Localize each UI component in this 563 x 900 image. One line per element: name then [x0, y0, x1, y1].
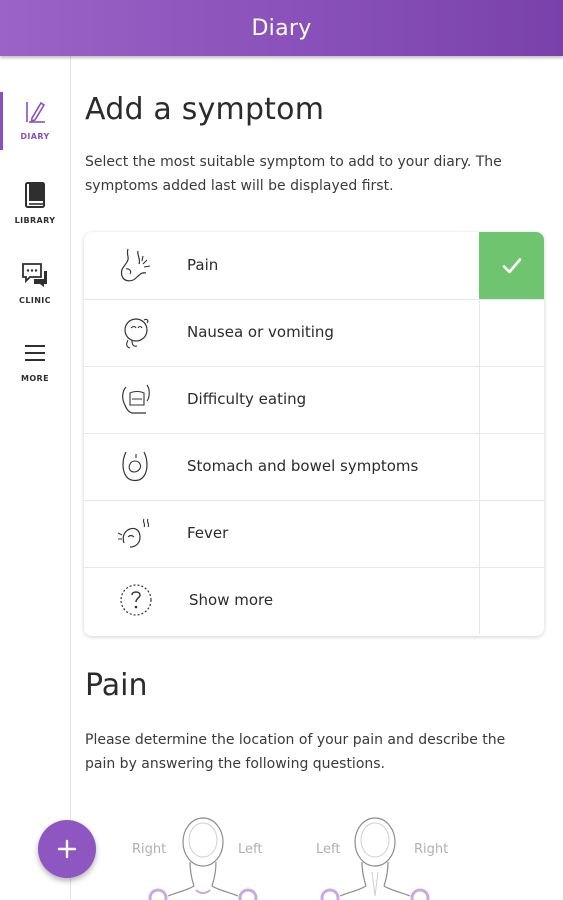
body-front-figure[interactable] [148, 810, 258, 900]
symptom-checkbox[interactable] [479, 567, 544, 634]
sidebar-item-clinic[interactable]: CLINIC [0, 258, 70, 322]
question-icon [120, 584, 152, 616]
symptom-list: Pain Nausea or vomiting Difficulty eatin… [84, 232, 544, 636]
sidebar-item-diary[interactable]: DIARY [0, 94, 70, 158]
symptom-checkbox[interactable] [479, 299, 544, 366]
stomach-icon [122, 451, 148, 482]
add-button[interactable] [38, 820, 96, 878]
sidebar-item-label: DIARY [20, 132, 50, 141]
app-header: Diary [0, 0, 563, 56]
symptom-row-fever[interactable]: Fever [84, 500, 544, 568]
symptom-checkbox[interactable] [479, 232, 544, 299]
sidebar-item-label: LIBRARY [14, 216, 56, 225]
sidebar-nav: DIARY LIBRARY CLINIC MORE [0, 56, 71, 900]
symptom-row-stomach[interactable]: Stomach and bowel symptoms [84, 433, 544, 501]
symptom-label: Stomach and bowel symptoms [187, 457, 419, 475]
symptom-row-show-more[interactable]: Show more [84, 567, 544, 634]
body-back-figure[interactable] [320, 810, 430, 900]
symptom-label: Difficulty eating [187, 390, 307, 408]
symptom-row-eating[interactable]: Difficulty eating [84, 366, 544, 434]
plus-icon [57, 839, 77, 859]
pain-section-description: Please determine the location of your pa… [85, 732, 506, 772]
symptom-label: Pain [187, 256, 219, 274]
symptom-checkbox[interactable] [479, 433, 544, 500]
book-icon [25, 182, 45, 208]
check-icon [502, 257, 521, 273]
chat-icon [22, 263, 47, 287]
section-description: Select the most suitable symptom to add … [85, 154, 502, 194]
pencil-icon [26, 101, 46, 123]
eating-icon [122, 384, 150, 414]
sidebar-item-label: MORE [21, 374, 49, 383]
sidebar-item-library[interactable]: LIBRARY [0, 178, 70, 242]
nausea-icon [124, 318, 149, 349]
symptom-label: Fever [187, 524, 229, 542]
fever-icon [117, 518, 150, 548]
pain-section-title: Pain [85, 668, 148, 703]
sidebar-item-more[interactable]: MORE [0, 336, 70, 400]
pain-icon [120, 248, 151, 282]
sidebar-item-label: CLINIC [19, 296, 51, 305]
section-title: Add a symptom [85, 92, 325, 127]
menu-icon [25, 345, 45, 361]
symptom-checkbox[interactable] [479, 500, 544, 567]
body-diagram: Right Left Left Right [120, 810, 560, 900]
symptom-label: Nausea or vomiting [187, 323, 334, 341]
page-title: Diary [251, 15, 312, 41]
symptom-row-pain[interactable]: Pain [84, 232, 544, 300]
symptom-label: Show more [189, 591, 274, 609]
symptom-checkbox[interactable] [479, 366, 544, 433]
symptom-row-nausea[interactable]: Nausea or vomiting [84, 299, 544, 367]
